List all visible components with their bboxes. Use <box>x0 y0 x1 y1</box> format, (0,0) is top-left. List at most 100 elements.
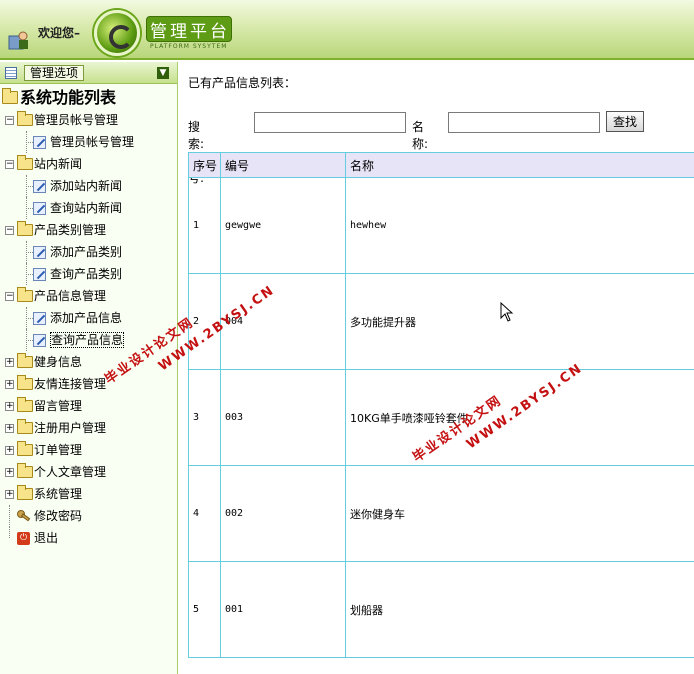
cell-name: 迷你健身车 <box>345 465 694 562</box>
folder-icon <box>17 111 33 126</box>
tree-item-change-password[interactable]: 修改密码 <box>0 505 177 527</box>
tree-root[interactable]: 系统功能列表 <box>0 87 177 109</box>
folder-icon <box>17 463 33 478</box>
tree-group-label: 友情连接管理 <box>34 377 107 391</box>
arrow-down-icon[interactable]: ▼ <box>157 67 169 79</box>
edit-doc-icon <box>33 180 46 193</box>
main-content: 已有产品信息列表： 搜索:编号: 名称: 查找 序号 编号 名称 1gewgwe… <box>188 62 694 674</box>
tree-item-label: 添加产品类别 <box>50 245 123 259</box>
cell-index: 4 <box>188 465 221 562</box>
tree-item-label: 查询产品类别 <box>50 267 123 281</box>
tree-group-news[interactable]: − 站内新闻 <box>0 153 177 175</box>
collapse-icon[interactable]: − <box>5 116 14 125</box>
tree-group-system[interactable]: + 系统管理 <box>0 483 177 505</box>
folder-icon <box>17 375 33 390</box>
collapse-icon[interactable]: − <box>5 226 14 235</box>
cell-index: 5 <box>188 561 221 658</box>
sidebar: 管理选项 ▼ 系统功能列表 − 管理员帐号管理 管理员帐号管理 − 站内新闻 添加站… <box>0 62 178 674</box>
tree-group-label: 站内新闻 <box>34 157 83 171</box>
tree-group-label: 留言管理 <box>34 399 83 413</box>
page-title: 已有产品信息列表： <box>188 76 297 90</box>
cell-code: 001 <box>220 561 346 658</box>
table-row: 5 001 划船器 <box>188 561 694 658</box>
mouse-cursor-icon <box>500 302 514 322</box>
tree-group-label: 健身信息 <box>34 355 83 369</box>
expand-icon[interactable]: + <box>5 358 14 367</box>
tree-item-label: 退出 <box>34 531 59 545</box>
tree-item-add-category[interactable]: 添加产品类别 <box>0 241 177 263</box>
cell-code: 002 <box>220 465 346 562</box>
function-tree: 系统功能列表 − 管理员帐号管理 管理员帐号管理 − 站内新闻 添加站内新闻 查询站… <box>0 84 177 549</box>
app-title: 管理平台 <box>150 22 230 42</box>
tree-group-category[interactable]: − 产品类别管理 <box>0 219 177 241</box>
tree-item-query-category[interactable]: 查询产品类别 <box>0 263 177 285</box>
collapse-icon[interactable]: − <box>5 292 14 301</box>
expand-icon[interactable]: + <box>5 446 14 455</box>
tree-group-articles[interactable]: + 个人文章管理 <box>0 461 177 483</box>
key-icon <box>17 510 31 522</box>
tree-item-label: 添加站内新闻 <box>50 179 123 193</box>
table-header-row: 序号 编号 名称 <box>188 152 694 178</box>
tree-item-logout[interactable]: ⏻ 退出 <box>0 527 177 549</box>
folder-icon <box>17 221 33 236</box>
edit-doc-icon <box>33 334 46 347</box>
collapse-icon[interactable]: − <box>5 160 14 169</box>
edit-doc-icon <box>33 136 46 149</box>
cell-code: 003 <box>220 369 346 466</box>
welcome-text: 欢迎您– <box>38 26 81 40</box>
expand-icon[interactable]: + <box>5 490 14 499</box>
tree-group-links[interactable]: + 友情连接管理 <box>0 373 177 395</box>
folder-icon <box>17 353 33 368</box>
tree-item-label: 管理员帐号管理 <box>50 135 135 149</box>
tree-item-add-news[interactable]: 添加站内新闻 <box>0 175 177 197</box>
expand-icon[interactable]: + <box>5 468 14 477</box>
tree-item-add-product[interactable]: 添加产品信息 <box>0 307 177 329</box>
header-bar: 欢迎您– 管理平台 PLATFORM SYSYTEM <box>0 0 694 60</box>
edit-doc-icon <box>33 246 46 259</box>
folder-icon <box>17 441 33 456</box>
column-header: 序号 <box>188 152 221 178</box>
user-icon <box>8 31 28 50</box>
code-input[interactable] <box>254 112 406 133</box>
folder-icon <box>17 397 33 412</box>
tree-item-label: 查询产品信息 <box>50 332 125 348</box>
expand-icon[interactable]: + <box>5 402 14 411</box>
column-header: 名称 <box>345 152 694 178</box>
tree-item-query-news[interactable]: 查询站内新闻 <box>0 197 177 219</box>
folder-icon <box>17 287 33 302</box>
sidebar-header: 管理选项 ▼ <box>0 62 177 84</box>
tree-group-users[interactable]: + 注册用户管理 <box>0 417 177 439</box>
folder-open-icon <box>2 88 18 104</box>
tree-group-messages[interactable]: + 留言管理 <box>0 395 177 417</box>
tree-group-label: 订单管理 <box>34 443 83 457</box>
cell-code: gewgwe <box>220 177 346 274</box>
table-row: 4 002 迷你健身车 <box>188 465 694 562</box>
cell-name: 多功能提升器 <box>345 273 694 370</box>
expand-icon[interactable]: + <box>5 380 14 389</box>
name-label: 名称: <box>412 120 429 151</box>
tree-item-label: 查询站内新闻 <box>50 201 123 215</box>
folder-icon <box>17 155 33 170</box>
tree-item-label: 添加产品信息 <box>50 311 123 325</box>
name-input[interactable] <box>448 112 600 133</box>
expand-icon[interactable]: + <box>5 424 14 433</box>
tree-group-admin[interactable]: − 管理员帐号管理 <box>0 109 177 131</box>
search-button[interactable]: 查找 <box>606 111 644 132</box>
product-table: 序号 编号 名称 1 gewgwe hewhew 2 004 多功能提升器 3 003 10… <box>188 152 694 658</box>
edit-doc-icon <box>33 268 46 281</box>
manage-options-button[interactable]: 管理选项 <box>24 65 85 81</box>
edit-doc-icon <box>33 312 46 325</box>
tree-group-label: 注册用户管理 <box>34 421 107 435</box>
edit-doc-icon <box>33 202 46 215</box>
tree-item-admin-manage[interactable]: 管理员帐号管理 <box>0 131 177 153</box>
tree-item-label: 修改密码 <box>34 509 83 523</box>
tree-group-product[interactable]: − 产品信息管理 <box>0 285 177 307</box>
tree-group-orders[interactable]: + 订单管理 <box>0 439 177 461</box>
power-icon: ⏻ <box>17 532 30 545</box>
table-row: 3 003 10KG单手喷漆哑铃套件 <box>188 369 694 466</box>
tree-group-label: 产品信息管理 <box>34 289 107 303</box>
grid-icon <box>5 67 17 79</box>
tree-group-label: 管理员帐号管理 <box>34 113 119 127</box>
cell-index: 3 <box>188 369 221 466</box>
cell-name: hewhew <box>345 177 694 274</box>
